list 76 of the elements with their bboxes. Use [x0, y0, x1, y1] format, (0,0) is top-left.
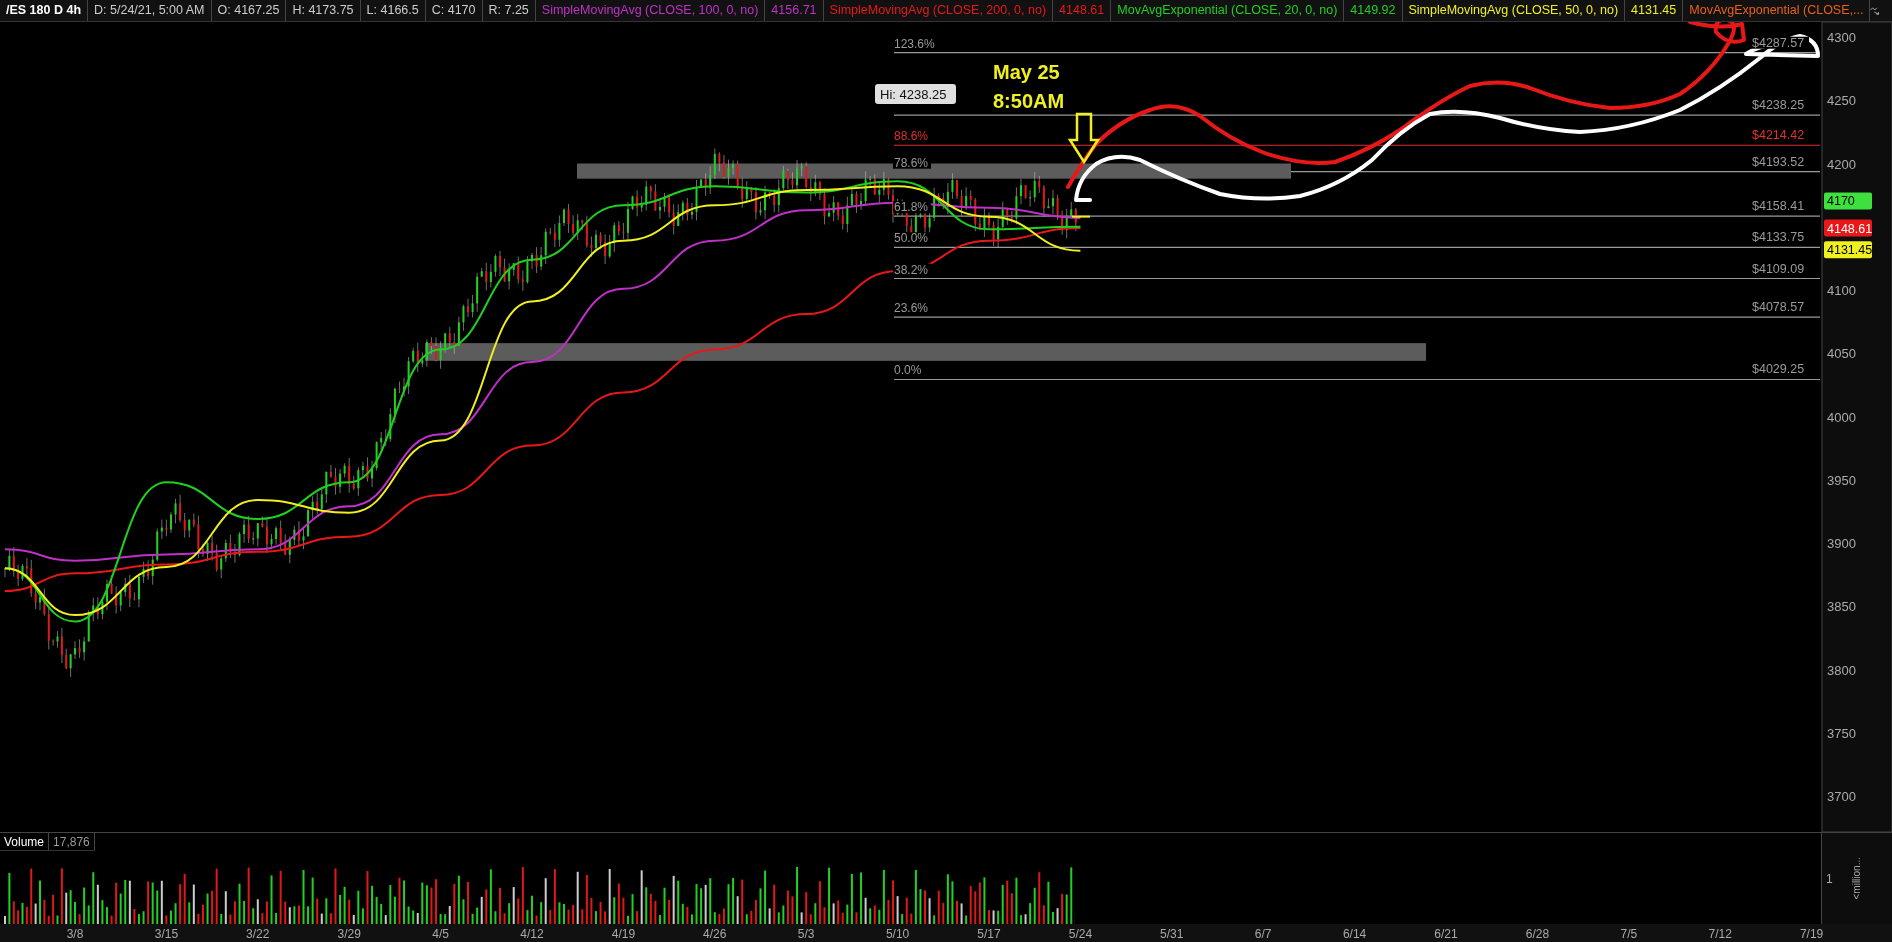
- price-axis-label: 3850: [1827, 599, 1856, 615]
- date-axis-label: 5/17: [977, 927, 1001, 941]
- fib-price-label: $4078.57: [1752, 300, 1805, 315]
- study-value: 4131.45: [1625, 0, 1684, 21]
- date-axis-label: 6/21: [1434, 927, 1458, 941]
- annotation-text: 8:50AM: [993, 90, 1065, 112]
- date-axis-label: 4/5: [432, 927, 449, 941]
- date-axis-label: 3/8: [66, 927, 84, 941]
- date-axis-label: 5/10: [885, 927, 910, 941]
- study-name: SimpleMovingAvg (CLOSE, 200, 0, no): [823, 0, 1054, 21]
- study-value: 4149.92: [1344, 0, 1403, 21]
- volume-value: 17,876: [49, 833, 95, 850]
- study-name: SimpleMovingAvg (CLOSE, 100, 0, no): [535, 0, 766, 21]
- date-axis-label: 3/15: [154, 927, 179, 941]
- date-axis-label: 7/19: [1799, 927, 1824, 941]
- fib-percent-label: 50.0%: [894, 231, 929, 246]
- date-axis-label: 5/31: [1160, 927, 1184, 941]
- volume-unit-label: <million...: [1849, 857, 1863, 900]
- price-marker-line: [1071, 215, 1091, 218]
- fib-percent-label: 123.6%: [894, 36, 935, 51]
- fib-price-label: $4238.25: [1752, 98, 1805, 113]
- fib-percent-label: 61.8%: [894, 200, 929, 215]
- study-value: 4148.61: [1053, 0, 1112, 21]
- date-axis-label: 6/14: [1342, 927, 1367, 941]
- fib-percent-label: 0.0%: [894, 363, 922, 378]
- quote-field: C: 4170: [425, 0, 483, 21]
- fib-percent-label: 88.6%: [894, 129, 929, 144]
- price-axis-label: 4050: [1827, 346, 1856, 362]
- price-badge: 4131.45: [1824, 241, 1873, 259]
- quote-field: L: 4166.5: [360, 0, 426, 21]
- fib-price-label: $4133.75: [1752, 230, 1805, 245]
- price-axis-label: 3950: [1827, 472, 1856, 488]
- down-arrow-icon: [1067, 112, 1101, 165]
- fib-price-label: $4193.52: [1752, 154, 1805, 169]
- date-axis-label: 4/26: [703, 927, 727, 941]
- price-axis-label: 4100: [1827, 283, 1856, 298]
- price-axis-label: 3900: [1827, 536, 1856, 551]
- date-axis-label: 4/12: [520, 927, 544, 941]
- study-name: MovAvgExponential (CLOSE, 20, 0, no): [1111, 0, 1345, 21]
- date-axis-label: 3/29: [337, 927, 361, 941]
- symbol-label: /ES 180 D 4h: [0, 0, 89, 21]
- date-axis-label: 6/7: [1254, 927, 1272, 941]
- quote-field: D: 5/24/21, 5:00 AM: [88, 0, 212, 21]
- price-axis-label: 4300: [1827, 30, 1856, 45]
- date-axis-label: 5/24: [1068, 927, 1093, 941]
- volume-title: Volume: [0, 833, 50, 850]
- fib-price-label: $4158.41: [1752, 199, 1805, 214]
- quote-field: O: 4167.25: [211, 0, 287, 21]
- date-axis-label: 7/5: [1620, 927, 1638, 941]
- study-value: 4156.71: [765, 0, 824, 21]
- study-name: SimpleMovingAvg (CLOSE, 50, 0, no): [1402, 0, 1626, 21]
- high-price-label: Hi: 4238.25: [875, 84, 956, 104]
- annotation-text: May 25: [993, 61, 1060, 83]
- date-axis-label: 6/28: [1525, 927, 1550, 941]
- price-axis-label: 4250: [1827, 93, 1856, 109]
- price-axis-label: 3700: [1827, 789, 1856, 804]
- price-axis-label: 3750: [1827, 725, 1856, 741]
- date-axis-label: 4/19: [611, 927, 636, 941]
- fib-percent-label: 78.6%: [894, 155, 929, 170]
- fib-price-label: $4029.25: [1752, 362, 1805, 377]
- date-axis-label: 5/3: [797, 927, 815, 941]
- fib-percent-label: 23.6%: [894, 301, 929, 316]
- fib-price-label: $4287.57: [1752, 35, 1805, 50]
- fib-price-label: $4109.09: [1752, 261, 1805, 276]
- volume-axis-label: 1: [1826, 870, 1833, 888]
- date-axis-label: 7/12: [1708, 927, 1732, 941]
- study-name: MovAvgExponential (CLOSE,...: [1683, 0, 1871, 21]
- price-axis-label: 3800: [1827, 662, 1856, 678]
- date-axis-label: 3/22: [246, 927, 270, 941]
- quote-field: R: 7.25: [482, 0, 536, 21]
- quote-field: H: 4173.75: [286, 0, 361, 21]
- price-badge: 4170: [1824, 192, 1872, 210]
- fib-price-label: $4214.42: [1752, 128, 1805, 143]
- fib-percent-label: 38.2%: [894, 262, 929, 277]
- price-axis-label: 4200: [1827, 156, 1856, 172]
- price-axis-label: 4000: [1827, 409, 1856, 425]
